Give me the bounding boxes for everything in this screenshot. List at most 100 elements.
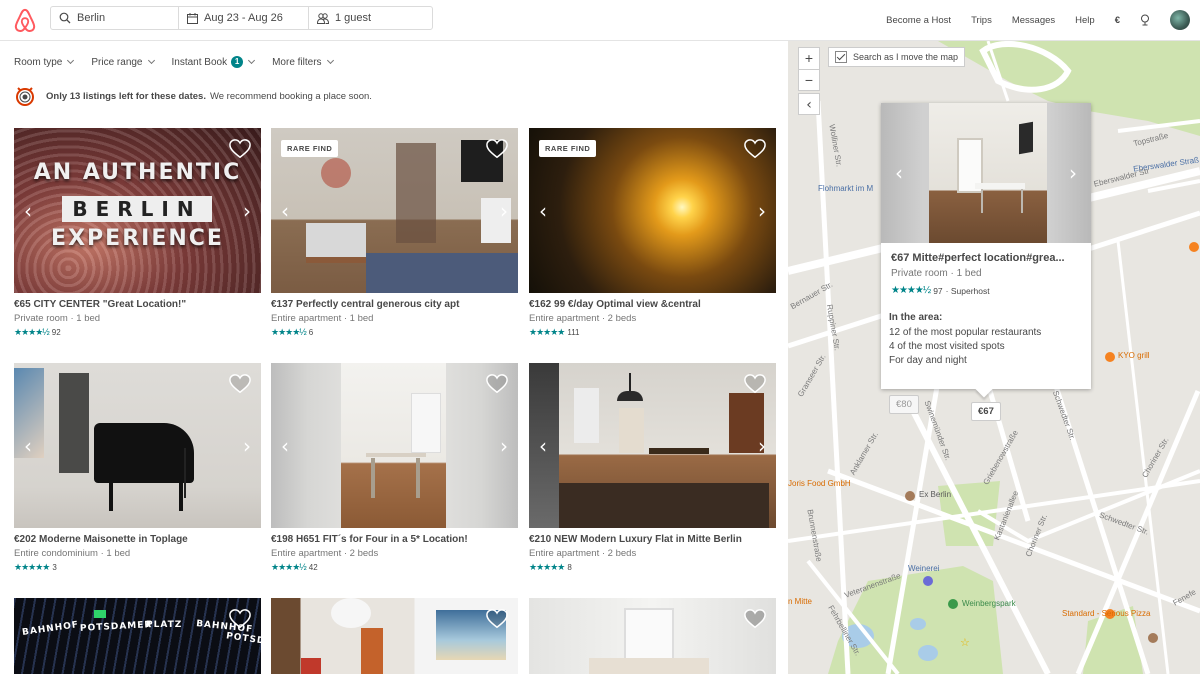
dates-input[interactable]: Aug 23 - Aug 26 — [179, 7, 309, 29]
map-panel[interactable]: + − ‹ Search as I move the map Flohmarkt… — [788, 41, 1200, 674]
popup-area-line: For day and night — [889, 355, 967, 366]
chevron-down-icon — [248, 56, 256, 65]
guests-icon — [317, 13, 329, 24]
filter-room-type[interactable]: Room type — [14, 56, 75, 68]
listing-title[interactable]: €162 99 €/day Optimal view &central — [529, 299, 776, 310]
listing-photo[interactable]: ‹ › — [271, 363, 518, 528]
listing-title[interactable]: €65 CITY CENTER "Great Location!" — [14, 299, 261, 310]
listing-photo-caption-line3: EXPERIENCE — [51, 226, 224, 251]
heart-icon[interactable] — [229, 608, 251, 630]
nav-trips[interactable]: Trips — [971, 15, 992, 26]
map-listing-popup[interactable]: ‹ › €67 Mitte#perfect location#grea... P… — [881, 103, 1091, 398]
guests-input[interactable]: 1 guest — [309, 7, 432, 29]
nav-help[interactable]: Help — [1075, 15, 1095, 26]
listing-photo-caption-3: PLATZ — [146, 620, 183, 630]
filter-instant-book-label: Instant Book — [171, 56, 228, 68]
popup-photo[interactable]: ‹ › — [881, 103, 1091, 243]
checkbox-checked-icon[interactable] — [835, 51, 847, 63]
language-globe-icon[interactable] — [1140, 14, 1150, 26]
heart-icon[interactable] — [744, 373, 766, 395]
popup-title[interactable]: €67 Mitte#perfect location#grea... — [891, 252, 1081, 264]
listing-photo[interactable]: BAHNHOF POTSDAMER PLATZ BAHNHOF POTSD — [14, 598, 261, 674]
rating-stars-icon: ★★★★½ — [271, 562, 307, 572]
prev-photo-icon[interactable]: ‹ — [539, 201, 547, 221]
review-count: 92 — [51, 328, 61, 337]
listing-photo[interactable]: AN AUTHENTIC BERLIN EXPERIENCE ‹ › — [14, 128, 261, 293]
listing-card[interactable]: RARE FIND ‹ › €162 99 €/day Optimal view… — [529, 128, 776, 338]
listing-photo[interactable]: RARE FIND ‹ › — [271, 128, 518, 293]
listing-title[interactable]: €137 Perfectly central generous city apt — [271, 299, 518, 310]
popup-next-photo-icon[interactable]: › — [1069, 163, 1077, 183]
heart-icon[interactable] — [744, 608, 766, 630]
filter-price-range[interactable]: Price range — [91, 56, 155, 68]
listing-photo[interactable]: ‹ › — [14, 363, 261, 528]
map-price-pin[interactable]: €80 — [889, 395, 919, 414]
map-price-pin-selected[interactable]: €67 — [971, 402, 1001, 421]
rating-stars-icon: ★★★★★ — [529, 562, 565, 572]
map-label-weinbergspark: Weinbergspark — [962, 599, 1016, 608]
nav-currency[interactable]: € — [1115, 15, 1120, 26]
heart-icon[interactable] — [744, 138, 766, 160]
listing-card[interactable]: ‹ › €202 Moderne Maisonette in Toplage E… — [14, 363, 261, 573]
rating-stars-icon: ★★★★½ — [891, 285, 931, 296]
collapse-map-button[interactable]: ‹ — [798, 93, 820, 115]
popup-area-line: 4 of the most visited spots — [889, 341, 1005, 352]
prev-photo-icon[interactable]: ‹ — [281, 201, 289, 221]
heart-icon[interactable] — [229, 138, 251, 160]
prev-photo-icon[interactable]: ‹ — [539, 436, 547, 456]
listing-title[interactable]: €198 H651 FIT´s for Four in a 5* Locatio… — [271, 534, 518, 545]
listing-photo[interactable] — [529, 598, 776, 674]
prev-photo-icon[interactable]: ‹ — [24, 436, 32, 456]
nav-become-host[interactable]: Become a Host — [886, 15, 951, 26]
next-photo-icon[interactable]: › — [758, 436, 766, 456]
next-photo-icon[interactable]: › — [243, 436, 251, 456]
zoom-out-button[interactable]: − — [799, 70, 819, 91]
review-count: 111 — [567, 328, 580, 337]
nav-messages[interactable]: Messages — [1012, 15, 1055, 26]
notice-text: We recommend booking a place soon. — [209, 90, 372, 102]
listing-card[interactable] — [271, 598, 518, 674]
popup-superhost: · Superhost — [945, 285, 990, 296]
listing-card[interactable]: RARE FIND ‹ › €137 Perfectly central gen… — [271, 128, 518, 338]
heart-icon[interactable] — [486, 373, 508, 395]
zoom-in-button[interactable]: + — [799, 48, 819, 70]
review-count: 3 — [52, 563, 57, 572]
next-photo-icon[interactable]: › — [500, 201, 508, 221]
heart-icon[interactable] — [486, 608, 508, 630]
popup-prev-photo-icon[interactable]: ‹ — [895, 163, 903, 183]
listing-card[interactable]: ‹ › €198 H651 FIT´s for Four in a 5* Loc… — [271, 363, 518, 573]
prev-photo-icon[interactable]: ‹ — [281, 436, 289, 456]
heart-icon[interactable] — [229, 373, 251, 395]
listing-rating: ★★★★★ 3 — [14, 562, 261, 573]
user-avatar[interactable] — [1170, 10, 1190, 30]
filter-instant-book[interactable]: Instant Book 1 — [171, 56, 256, 68]
review-count: 8 — [567, 563, 572, 572]
alarm-clock-icon — [16, 87, 34, 106]
heart-icon[interactable] — [486, 138, 508, 160]
listing-card[interactable]: BAHNHOF POTSDAMER PLATZ BAHNHOF POTSD — [14, 598, 261, 674]
search-as-move-toggle[interactable]: Search as I move the map — [828, 47, 966, 67]
next-photo-icon[interactable]: › — [758, 201, 766, 221]
location-input[interactable]: Berlin — [51, 7, 179, 29]
airbnb-logo-icon[interactable] — [14, 8, 36, 32]
map-label-joris: Joris Food GmbH — [788, 479, 851, 488]
listing-card[interactable] — [529, 598, 776, 674]
filter-more[interactable]: More filters — [272, 56, 334, 68]
rating-stars-icon: ★★★★★ — [529, 327, 565, 337]
listing-photo[interactable] — [271, 598, 518, 674]
listing-photo[interactable]: RARE FIND ‹ › — [529, 128, 776, 293]
popup-area-line: 12 of the most popular restaurants — [889, 327, 1042, 338]
next-photo-icon[interactable]: › — [500, 436, 508, 456]
listing-card[interactable]: ‹ › €210 NEW Modern Luxury Flat in Mitte… — [529, 363, 776, 573]
listing-photo[interactable]: ‹ › — [529, 363, 776, 528]
dates-value: Aug 23 - Aug 26 — [204, 12, 283, 24]
listing-card[interactable]: AN AUTHENTIC BERLIN EXPERIENCE ‹ › €65 C… — [14, 128, 261, 338]
rare-find-badge: RARE FIND — [281, 140, 339, 157]
next-photo-icon[interactable]: › — [243, 201, 251, 221]
prev-photo-icon[interactable]: ‹ — [24, 201, 32, 221]
listing-subtitle: Entire apartment · 1 bed — [271, 313, 374, 324]
listing-title[interactable]: €210 NEW Modern Luxury Flat in Mitte Ber… — [529, 534, 776, 545]
guests-value: 1 guest — [335, 12, 372, 24]
saved-place-star-icon[interactable]: ☆ — [960, 636, 970, 649]
listing-title[interactable]: €202 Moderne Maisonette in Toplage — [14, 534, 261, 545]
